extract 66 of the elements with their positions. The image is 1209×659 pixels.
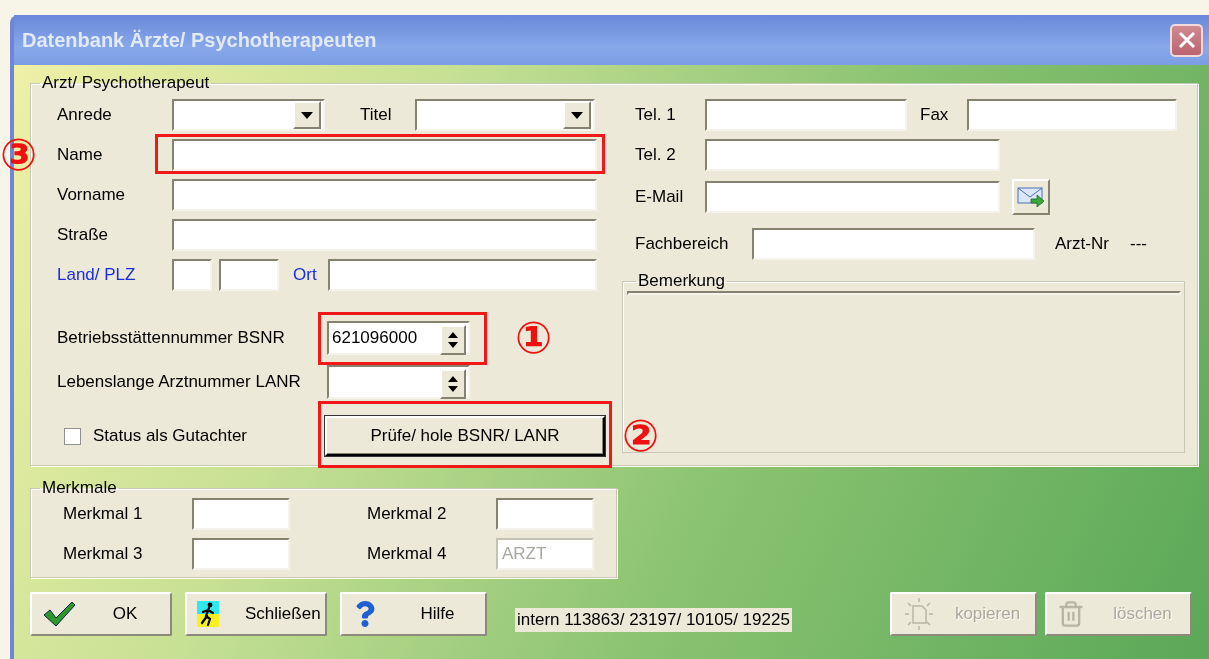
text-field[interactable] <box>967 99 1177 131</box>
field-label: Name <box>57 145 104 165</box>
country-zip-link[interactable]: Land/ PLZ <box>57 265 172 285</box>
mail-arrow-icon <box>1017 186 1045 208</box>
field-label: E-Mail <box>635 187 685 207</box>
field-label: Tel. 1 <box>635 105 677 125</box>
field-label: Anrede <box>57 105 113 125</box>
field-label: Titel <box>360 105 393 125</box>
spin-arrows-icon <box>447 375 459 393</box>
status-text: intern 113863/ 23197/ 10105/ 19225 <box>515 608 792 632</box>
close-button[interactable] <box>1170 23 1203 57</box>
group-title: Bemerkung <box>637 271 726 291</box>
spin-button[interactable] <box>440 369 466 399</box>
checkmark-icon <box>42 600 76 628</box>
dropdown-field[interactable] <box>172 99 325 131</box>
sparkling-page-icon <box>902 597 936 631</box>
text-field[interactable] <box>192 498 290 530</box>
dialog-button[interactable]: OK <box>30 592 172 636</box>
country-field[interactable] <box>172 259 212 291</box>
remarks-textarea[interactable] <box>627 291 1181 295</box>
text-field[interactable] <box>172 219 597 251</box>
dropdown-button[interactable] <box>293 101 321 129</box>
field-label: Straße <box>57 225 110 245</box>
field-label: Fax <box>920 105 950 125</box>
text-field[interactable] <box>705 181 1000 213</box>
annotation-number: ① <box>515 316 553 360</box>
zip-field[interactable] <box>219 259 279 291</box>
check-bsnr-button[interactable]: Prüfe/ hole BSNR/ LANR <box>325 416 605 456</box>
caret-icon <box>571 111 583 119</box>
spin-button[interactable] <box>440 325 466 355</box>
trash-icon <box>1057 600 1085 628</box>
text-field[interactable] <box>172 179 597 211</box>
checkbox[interactable] <box>64 427 81 445</box>
annotation-number: ② <box>622 414 660 458</box>
field-label: Merkmal 1 <box>63 504 144 524</box>
text-field[interactable] <box>705 99 907 131</box>
spin-arrows-icon <box>447 331 459 349</box>
send-mail-button[interactable] <box>1012 179 1050 215</box>
text-field[interactable] <box>752 228 1035 260</box>
caret-icon <box>301 111 313 119</box>
field-label: Fachbereich <box>635 234 730 254</box>
field-label: Merkmal 4 <box>367 544 448 564</box>
city-field[interactable] <box>328 259 597 291</box>
field-label: Lebenslange Arztnummer LANR <box>57 372 302 392</box>
text-field[interactable] <box>192 538 290 570</box>
window-title: Datenbank Ärzte/ Psychotherapeuten <box>22 28 377 52</box>
checkbox-label: Status als Gutachter <box>93 426 249 446</box>
text-field[interactable] <box>496 498 594 530</box>
group-title: Merkmale <box>41 478 118 498</box>
city-link[interactable]: Ort <box>293 265 328 285</box>
text-field[interactable] <box>705 139 1000 171</box>
field-label: Merkmal 2 <box>367 504 448 524</box>
group-title: Arzt/ Psychotherapeut <box>41 73 211 93</box>
running-man-icon <box>197 601 219 627</box>
dropdown-button[interactable] <box>563 101 591 129</box>
field-label: Betriebsstättennummer BSNR <box>57 328 286 348</box>
dropdown-field[interactable] <box>415 99 595 131</box>
dialog-button[interactable]: Schließen <box>185 592 327 636</box>
field-label: Vorname <box>57 185 127 205</box>
field-label: Arzt-Nr <box>1055 234 1110 254</box>
field-label: Tel. 2 <box>635 145 677 165</box>
doctor-number: --- <box>1130 234 1148 254</box>
close-icon <box>1177 31 1196 49</box>
text-field[interactable] <box>172 139 597 171</box>
dialog-button[interactable]: Hilfe <box>340 592 487 636</box>
field-label: Merkmal 3 <box>63 544 144 564</box>
